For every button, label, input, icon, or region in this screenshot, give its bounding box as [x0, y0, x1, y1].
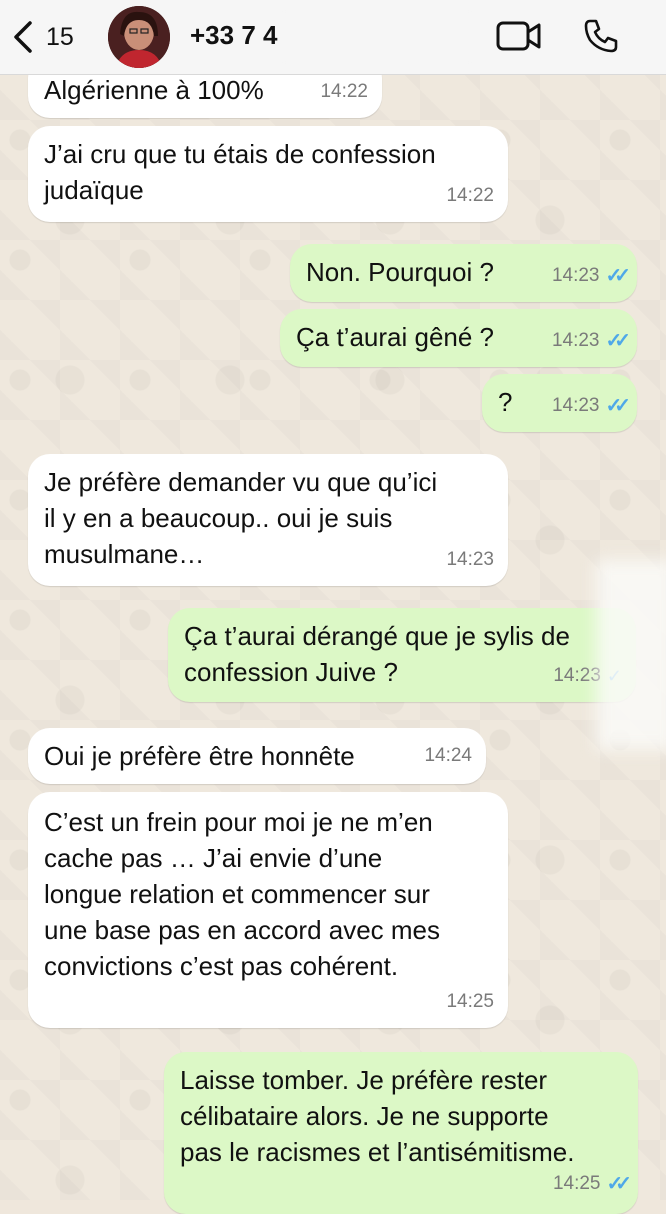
message-incoming[interactable]: Je préfère demander vu que qu’ici il y e…	[28, 454, 508, 586]
double-check-icon: ✓✓	[605, 330, 630, 352]
phone-icon[interactable]	[583, 18, 619, 59]
message-text: Non. Pourquoi ?	[306, 257, 494, 287]
message-text: Algérienne à 100%	[44, 75, 264, 105]
message-outgoing[interactable]: Ça t’aurai gêné ? 14:23 ✓✓	[280, 309, 637, 367]
message-text: J’ai cru que tu étais de confession juda…	[44, 139, 436, 205]
message-text: C’est un frein pour moi je ne m’en cache…	[44, 807, 441, 981]
double-check-icon: ✓✓	[605, 265, 630, 287]
message-time: 14:25	[446, 991, 494, 1012]
message-time: 14:22	[446, 185, 494, 206]
redacted-area	[282, 14, 472, 60]
chat-header: 15 +33 7 4	[0, 0, 666, 75]
message-time: 14:23 ✓✓	[552, 323, 631, 359]
message-time: 14:23	[446, 549, 494, 570]
unread-count: 15	[46, 22, 74, 51]
video-camera-icon[interactable]	[496, 20, 542, 57]
message-outgoing[interactable]: Non. Pourquoi ? 14:23 ✓✓	[290, 244, 637, 302]
double-check-icon: ✓✓	[606, 1173, 631, 1195]
message-incoming[interactable]: J’ai cru que tu étais de confession juda…	[28, 126, 508, 222]
chevron-left-icon	[12, 20, 34, 54]
message-outgoing[interactable]: Ça t’aurai dérangé que je sylis de confe…	[168, 608, 636, 702]
double-check-icon: ✓✓	[605, 395, 630, 417]
message-time: 14:23 ✓✓	[552, 258, 631, 294]
contact-name[interactable]: +33 7 4	[190, 20, 277, 51]
message-incoming[interactable]: Oui je préfère être honnête 14:24	[28, 728, 486, 784]
message-outgoing[interactable]: ? 14:23 ✓✓	[482, 374, 637, 432]
avatar[interactable]	[108, 6, 170, 68]
back-button[interactable]: 15	[12, 18, 74, 56]
message-text: ?	[498, 387, 513, 417]
message-text: Ça t’aurai dérangé que je sylis de confe…	[184, 621, 570, 687]
message-text: Ça t’aurai gêné ?	[296, 322, 495, 352]
message-text: Je préfère demander vu que qu’ici il y e…	[44, 467, 438, 569]
message-time: 14:24	[424, 745, 472, 766]
redacted-area	[596, 560, 666, 750]
message-text: Laisse tomber. Je préfère rester célibat…	[180, 1065, 575, 1167]
message-incoming[interactable]: C’est un frein pour moi je ne m’en cache…	[28, 792, 508, 1028]
message-time: 14:25 ✓✓	[553, 1166, 632, 1202]
message-text: Oui je préfère être honnête	[44, 741, 355, 771]
message-time: 14:22	[320, 81, 368, 102]
message-outgoing[interactable]: Laisse tomber. Je préfère rester célibat…	[164, 1052, 638, 1214]
message-time: 14:23 ✓✓	[552, 388, 631, 424]
